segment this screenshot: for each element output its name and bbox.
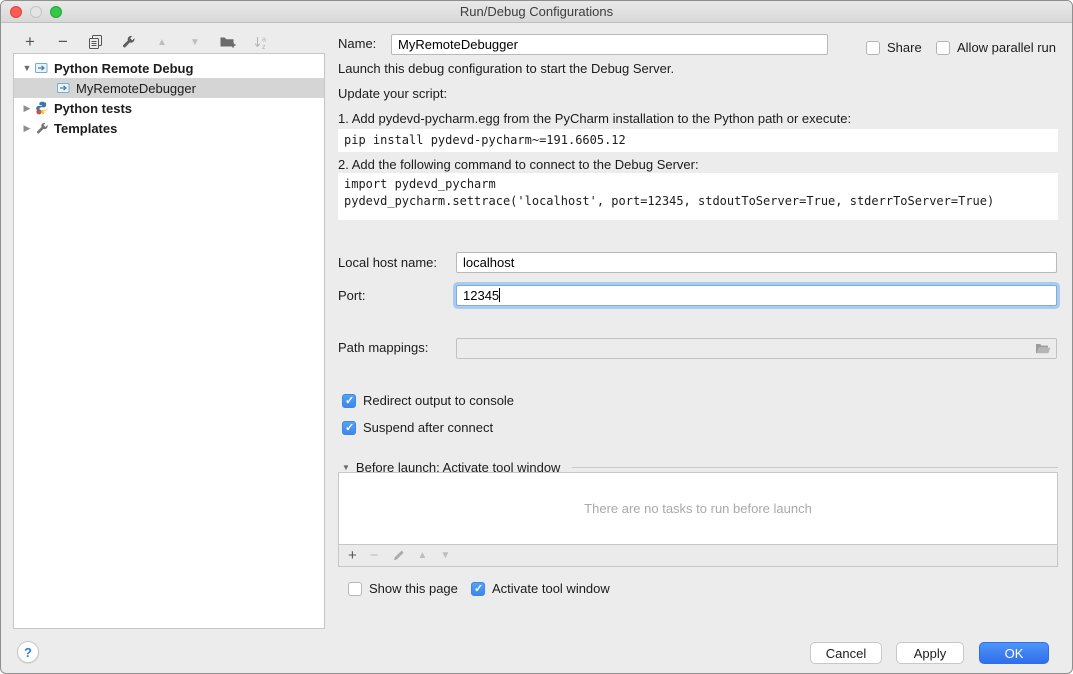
edit-defaults-icon[interactable] (120, 33, 138, 51)
allow-parallel-run-checkbox[interactable] (936, 41, 950, 55)
tree-item-templates[interactable]: ▶ Templates (14, 118, 324, 138)
add-task-button[interactable]: + (348, 548, 357, 564)
show-this-page-checkbox-row[interactable]: Show this page (348, 578, 458, 599)
step2-text: 2. Add the following command to connect … (338, 154, 699, 175)
move-down-button: ▼ (186, 33, 204, 51)
remote-debug-icon (34, 61, 50, 75)
chevron-expanded-icon[interactable]: ▼ (20, 63, 34, 73)
move-up-button: ▲ (153, 33, 171, 51)
configuration-editor: Name: MyRemoteDebugger Share Allow paral… (338, 1, 1058, 674)
allow-parallel-run-checkbox-row[interactable]: Allow parallel run (936, 37, 1056, 58)
apply-button[interactable]: Apply (896, 642, 964, 664)
share-checkbox[interactable] (866, 41, 880, 55)
edit-task-pencil-icon (392, 549, 405, 562)
help-button[interactable]: ? (17, 641, 39, 663)
zoom-window-button[interactable] (50, 6, 62, 18)
suspend-after-connect-checkbox-row[interactable]: Suspend after connect (342, 417, 493, 438)
new-folder-button[interactable] (219, 33, 237, 51)
path-mappings-label: Path mappings: (338, 337, 428, 358)
remove-configuration-button[interactable]: − (54, 33, 72, 51)
section-divider (572, 467, 1058, 468)
show-this-page-checkbox[interactable] (348, 582, 362, 596)
port-input[interactable]: 12345 (456, 285, 1057, 306)
share-label: Share (887, 37, 922, 58)
suspend-after-connect-checkbox[interactable] (342, 421, 356, 435)
tree-item-label: Python Remote Debug (54, 61, 193, 76)
activate-tool-window-label: Activate tool window (492, 578, 610, 599)
question-mark-icon: ? (24, 645, 32, 660)
tree-item-label: MyRemoteDebugger (76, 81, 196, 96)
cancel-button[interactable]: Cancel (810, 642, 882, 664)
tasks-toolbar: + − ▲ ▼ (338, 545, 1058, 567)
allow-parallel-run-label: Allow parallel run (957, 37, 1056, 58)
text-cursor (499, 288, 500, 302)
add-configuration-button[interactable]: + (21, 33, 39, 51)
name-input[interactable]: MyRemoteDebugger (391, 34, 828, 55)
activate-tool-window-checkbox-row[interactable]: Activate tool window (471, 578, 610, 599)
move-task-down-button: ▼ (440, 550, 450, 561)
path-mappings-input[interactable] (456, 338, 1057, 359)
remote-debug-icon (56, 81, 72, 95)
settrace-code-block[interactable]: import pydevd_pycharm pydevd_pycharm.sett… (338, 173, 1058, 220)
name-label: Name: (338, 33, 376, 54)
local-host-name-input[interactable]: localhost (456, 252, 1057, 273)
tree-item-python-tests[interactable]: ▶ Python tests (14, 98, 324, 118)
tree-item-python-remote-debug[interactable]: ▼ Python Remote Debug (14, 58, 324, 78)
configurations-toolbar: + − ▲ ▼ az (21, 32, 270, 52)
launch-instruction-text: Launch this debug configuration to start… (338, 58, 674, 79)
minimize-window-button (30, 6, 42, 18)
tree-item-label: Templates (54, 121, 117, 136)
step1-text: 1. Add pydevd-pycharm.egg from the PyCha… (338, 108, 851, 129)
sort-alphabetically-icon: az (252, 33, 270, 51)
templates-wrench-icon (34, 121, 50, 135)
code-line-2: pydevd_pycharm.settrace('localhost', por… (344, 194, 994, 208)
chevron-collapsed-icon[interactable]: ▶ (20, 103, 34, 114)
share-checkbox-row[interactable]: Share (866, 37, 922, 58)
pip-command-code[interactable]: pip install pydevd-pycharm~=191.6605.12 (338, 129, 1058, 152)
redirect-output-checkbox-row[interactable]: Redirect output to console (342, 390, 514, 411)
tree-item-label: Python tests (54, 101, 132, 116)
port-label: Port: (338, 285, 365, 306)
browse-folder-icon[interactable] (1035, 343, 1051, 355)
run-debug-configurations-dialog: Run/Debug Configurations + − ▲ ▼ az ▼ Py… (0, 0, 1073, 674)
configurations-tree: ▼ Python Remote Debug MyRemoteDebugger ▶… (13, 53, 325, 629)
tasks-empty-text: There are no tasks to run before launch (584, 501, 812, 516)
suspend-after-connect-label: Suspend after connect (363, 417, 493, 438)
redirect-output-checkbox[interactable] (342, 394, 356, 408)
traffic-lights (10, 6, 62, 18)
redirect-output-label: Redirect output to console (363, 390, 514, 411)
before-launch-tasks-list[interactable]: There are no tasks to run before launch (338, 472, 1058, 545)
show-this-page-label: Show this page (369, 578, 458, 599)
code-line-1: import pydevd_pycharm (344, 177, 496, 191)
chevron-collapsed-icon[interactable]: ▶ (20, 123, 34, 134)
python-tests-icon (34, 101, 50, 115)
svg-text:z: z (262, 44, 266, 50)
tree-item-myremotedebugger[interactable]: MyRemoteDebugger (14, 78, 324, 98)
move-task-up-button: ▲ (418, 550, 428, 561)
section-collapse-icon[interactable]: ▼ (342, 463, 350, 472)
ok-button[interactable]: OK (979, 642, 1049, 664)
update-script-text: Update your script: (338, 83, 447, 104)
remove-task-button: − (370, 547, 379, 564)
copy-configuration-button[interactable] (87, 33, 105, 51)
svg-text:a: a (262, 36, 266, 43)
activate-tool-window-checkbox[interactable] (471, 582, 485, 596)
close-window-button[interactable] (10, 6, 22, 18)
local-host-name-label: Local host name: (338, 252, 437, 273)
